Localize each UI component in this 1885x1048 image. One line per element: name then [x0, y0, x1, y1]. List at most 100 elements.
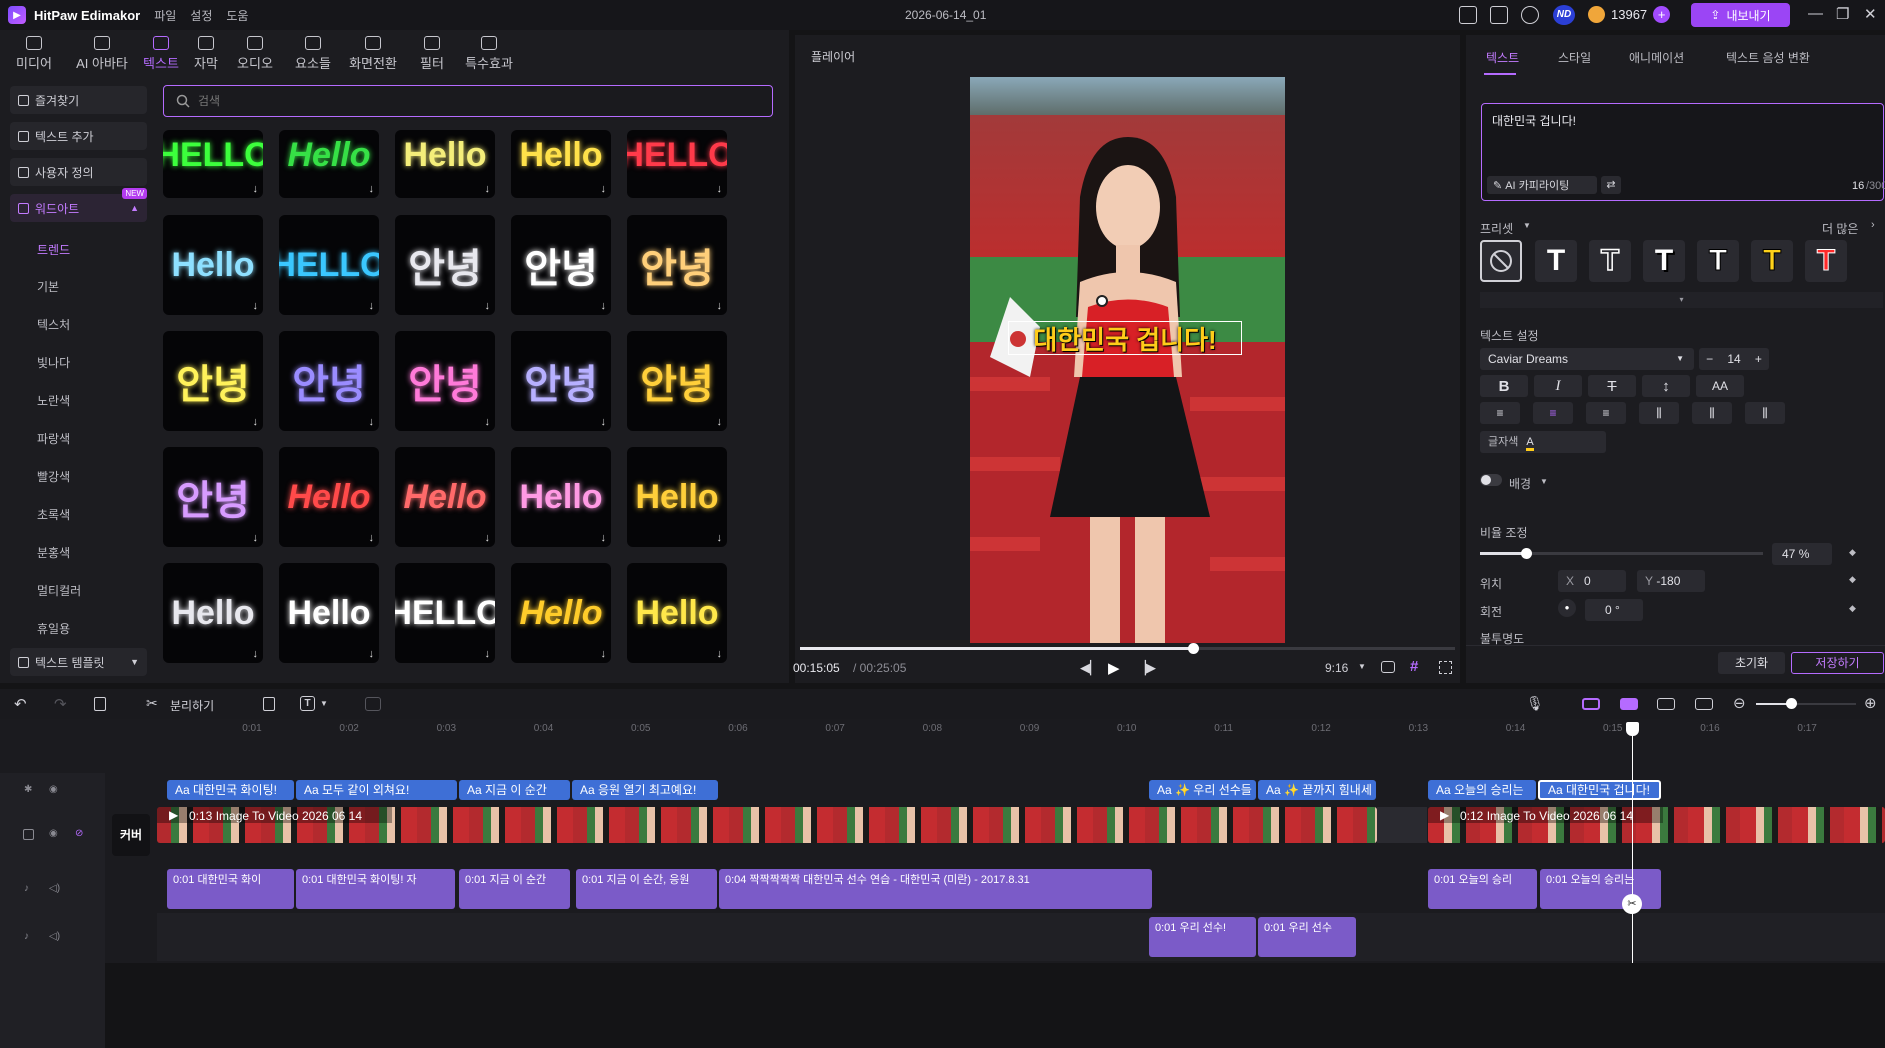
next-frame-icon[interactable]: ▕▶ [1136, 660, 1156, 676]
close-icon[interactable]: ✕ [1864, 5, 1877, 23]
tab-subtitles[interactable]: 자막 [186, 30, 226, 78]
video-clip[interactable]: ▶ 0:13 Image To Video 2026 06 14 [157, 807, 1377, 843]
scale-input[interactable]: 47 % [1772, 543, 1832, 565]
tab-elements[interactable]: 요소들 [284, 30, 342, 78]
text-clip[interactable]: Aa 대한민국 화이팅! [167, 780, 294, 800]
text-clip[interactable]: Aa 모두 같이 외쳐요! [296, 780, 457, 800]
wordart-tile[interactable]: HELLO ↓ [163, 130, 263, 198]
align-middle-icon[interactable]: ⫼ [1692, 402, 1732, 424]
download-icon[interactable]: ↓ [485, 532, 491, 544]
wordart-tile[interactable]: Hello ↓ [279, 447, 379, 547]
wordart-tile[interactable]: Hello ↓ [279, 563, 379, 663]
download-icon[interactable]: ↓ [253, 648, 259, 660]
more-presets-link[interactable]: 더 많은 [1822, 220, 1858, 237]
audio-clip[interactable]: 0:01 지금 이 순간 [459, 869, 570, 909]
chevron-right-icon[interactable]: › [1871, 219, 1875, 231]
line-spacing-button[interactable]: ↕ [1642, 375, 1690, 397]
strikethrough-button[interactable]: T [1588, 375, 1636, 397]
audio2-track-mute-icon[interactable]: ◁) [49, 931, 60, 942]
wordart-tile[interactable]: 안녕 ↓ [163, 447, 263, 547]
seek-bar[interactable] [800, 643, 1455, 654]
download-icon[interactable]: ↓ [369, 300, 375, 312]
align-top-icon[interactable]: ⫼ [1639, 402, 1679, 424]
preset-none[interactable] [1480, 240, 1522, 282]
wordart-tile[interactable]: 안녕 ↓ [627, 215, 727, 315]
seek-handle[interactable] [1188, 643, 1199, 654]
save-button[interactable]: 저장하기 [1791, 652, 1884, 674]
align-bottom-icon[interactable]: ⫼ [1745, 402, 1785, 424]
layout-icon[interactable] [1459, 6, 1477, 24]
download-icon[interactable]: ↓ [369, 416, 375, 428]
subitem-basic[interactable]: 기본 [37, 278, 59, 295]
download-icon[interactable]: ↓ [253, 300, 259, 312]
text-input-value[interactable]: 대한민국 겁니다! [1492, 112, 1576, 129]
zoom-in-icon[interactable]: ⊕ [1864, 694, 1877, 712]
text-track-pin-icon[interactable]: ✱ [24, 784, 32, 795]
scissors-icon[interactable]: ✂ [146, 695, 158, 712]
download-icon[interactable] [1521, 6, 1539, 24]
tab-tts[interactable]: 텍스트 음성 변환 [1726, 49, 1810, 66]
cover-button[interactable]: 커버 [112, 814, 150, 856]
case-button[interactable]: AA [1696, 375, 1744, 397]
link-icon[interactable] [1620, 698, 1638, 710]
rotation-keyframe-icon[interactable]: ◆ [1849, 603, 1856, 614]
split-button[interactable]: 분리하기 [170, 697, 214, 714]
audio-clip[interactable]: 0:01 오늘의 승리 [1428, 869, 1537, 909]
download-icon[interactable]: ↓ [369, 532, 375, 544]
wordart-tile[interactable]: Hello ↓ [395, 447, 495, 547]
wordart-tile[interactable]: Hello ↓ [279, 130, 379, 198]
subitem-pink[interactable]: 분홍색 [37, 544, 70, 561]
tab-text-props[interactable]: 텍스트 [1486, 49, 1519, 66]
tab-audio[interactable]: 오디오 [226, 30, 284, 78]
wordart-tile[interactable]: Hello ↓ [395, 130, 495, 198]
video-track-hide-icon[interactable]: ⊘ [75, 828, 83, 839]
ai-copywriting-button[interactable]: ✎ AI 카피라이팅 [1487, 176, 1597, 194]
subitem-holiday[interactable]: 휴일용 [37, 620, 70, 637]
background-chevron-icon[interactable]: ▼ [1540, 477, 1548, 486]
download-icon[interactable]: ↓ [601, 300, 607, 312]
aspect-ratio-select[interactable]: 9:16 [1325, 661, 1348, 675]
text-clip[interactable]: Aa 지금 이 순간 [459, 780, 570, 800]
tab-transitions[interactable]: 화면전환 [342, 30, 404, 78]
export-button[interactable]: ⇪ 내보내기 [1691, 3, 1790, 27]
position-keyframe-icon[interactable]: ◆ [1849, 574, 1856, 585]
preset-white[interactable]: T [1535, 240, 1577, 282]
wordart-tile[interactable]: 안녕 ↓ [279, 331, 379, 431]
zoom-slider[interactable] [1756, 698, 1856, 709]
scale-keyframe-icon[interactable]: ◆ [1849, 547, 1856, 558]
sidebar-item-favorites[interactable]: 즐겨찾기 [10, 86, 147, 114]
wordart-tile[interactable]: HELLO ↓ [627, 130, 727, 198]
audio-clip[interactable]: 0:01 오늘의 승리는 [1540, 869, 1661, 909]
sidebar-item-add-text[interactable]: 텍스트 추가 [10, 122, 147, 150]
fullscreen-icon[interactable] [1439, 661, 1452, 674]
subitem-red[interactable]: 빨강색 [37, 468, 70, 485]
split-scissors-icon[interactable]: ✂ [1622, 894, 1642, 914]
wordart-tile[interactable]: 안녕 ↓ [395, 331, 495, 431]
scale-slider[interactable] [1480, 548, 1763, 559]
wordart-tile[interactable]: Hello ↓ [163, 563, 263, 663]
snap-icon[interactable] [1657, 698, 1675, 710]
prev-frame-icon[interactable]: ◀▏ [1080, 660, 1100, 676]
download-icon[interactable]: ↓ [369, 183, 375, 195]
preset-red[interactable]: T [1805, 240, 1847, 282]
text-clip-selected[interactable]: Aa 대한민국 겁니다! [1538, 780, 1661, 800]
subitem-texture[interactable]: 텍스처 [37, 316, 70, 333]
menu-settings[interactable]: 설정 [190, 7, 212, 24]
video-clip[interactable]: ▶ 0:12 Image To Video 2026 06 14 [1428, 807, 1885, 843]
wordart-tile[interactable]: Hello ↓ [627, 563, 727, 663]
search-input[interactable] [198, 94, 718, 108]
reset-button[interactable]: 초기화 [1718, 652, 1785, 674]
align-left-icon[interactable]: ≡ [1480, 402, 1520, 424]
text-input-box[interactable]: 대한민국 겁니다! ✎ AI 카피라이팅 ⇄ 16 /300 [1481, 103, 1885, 201]
menu-file[interactable]: 파일 [154, 7, 176, 24]
sidebar-item-wordart[interactable]: 워드아트 NEW ▲ [10, 188, 147, 222]
wrap-text-icon[interactable]: ⇄ [1601, 176, 1621, 194]
download-icon[interactable]: ↓ [601, 532, 607, 544]
subitem-trend[interactable]: 트렌드 [37, 241, 70, 258]
microphone-icon[interactable]: 🎙 [1526, 695, 1544, 712]
text-clip[interactable]: Aa 응원 열기 최고예요! [572, 780, 718, 800]
download-icon[interactable]: ↓ [717, 300, 723, 312]
font-color-picker[interactable]: 글자색 A [1480, 431, 1606, 453]
wordart-tile[interactable]: 안녕 ↓ [627, 331, 727, 431]
zoom-out-icon[interactable]: ⊖ [1733, 694, 1746, 712]
